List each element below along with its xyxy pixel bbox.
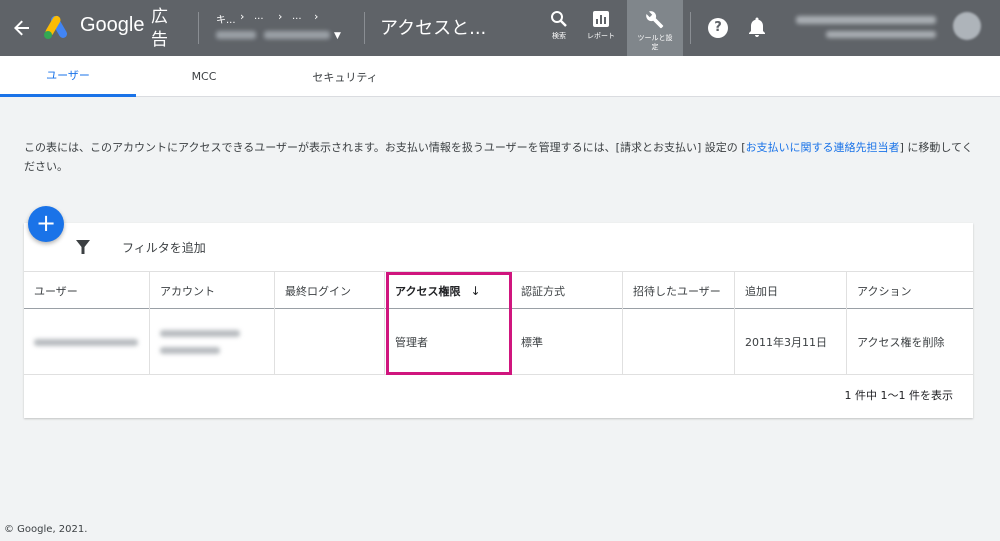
search-icon <box>551 11 567 27</box>
column-header-date-added[interactable]: 追加日 <box>735 272 847 309</box>
column-header-last-login[interactable]: 最終ログイン <box>275 272 385 309</box>
breadcrumb-item[interactable]: キ... <box>216 11 236 26</box>
tab-users[interactable]: ユーザー <box>0 56 136 97</box>
breadcrumb-item[interactable]: ... <box>292 11 302 22</box>
wrench-icon <box>646 11 664 29</box>
filter-icon <box>76 240 90 254</box>
account-breadcrumb[interactable]: キ... › ... › ... › ▼ <box>216 9 346 47</box>
tab-bar: ユーザー MCC セキュリティ <box>0 56 1000 97</box>
tools-and-settings-label: ツールと設定 <box>637 34 673 51</box>
back-arrow-icon[interactable] <box>10 14 34 42</box>
cell-invited-by <box>623 309 735 375</box>
chevron-right-icon: › <box>278 10 283 23</box>
table-row: 管理者 標準 2011年3月11日 アクセス権を削除 <box>24 309 973 375</box>
report-icon <box>593 11 609 27</box>
cell-date-added: 2011年3月11日 <box>735 309 847 375</box>
column-header-account[interactable]: アカウント <box>150 272 275 309</box>
info-description: この表には、このアカウントにアクセスできるユーザーが表示されます。お支払い情報を… <box>24 138 974 176</box>
tab-security[interactable]: セキュリティ <box>272 56 418 97</box>
cell-account-redacted <box>150 309 275 375</box>
copyright-footer: © Google, 2021. <box>4 524 88 535</box>
account-id-redacted <box>216 31 256 39</box>
header-divider <box>364 12 365 44</box>
column-header-invited-by[interactable]: 招待したユーザー <box>623 272 735 309</box>
info-text-before: この表には、このアカウントにアクセスできるユーザーが表示されます。お支払い情報を… <box>24 141 746 154</box>
column-header-user[interactable]: ユーザー <box>24 272 150 309</box>
column-header-auth-method[interactable]: 認証方式 <box>511 272 623 309</box>
cell-user-redacted <box>24 309 150 375</box>
help-icon[interactable]: ? <box>708 18 728 38</box>
top-app-bar: Google 広告 キ... › ... › ... › ▼ アクセスと... … <box>0 0 1000 56</box>
breadcrumb-item[interactable]: ... <box>254 11 264 22</box>
reports-tool-button[interactable]: レポート <box>576 0 626 56</box>
filter-bar[interactable]: フィルタを追加 <box>24 223 973 272</box>
cell-last-login <box>275 309 385 375</box>
google-ads-logo-icon <box>42 13 70 41</box>
remove-access-link[interactable]: アクセス権を削除 <box>847 309 973 375</box>
search-tool-label: 検索 <box>552 32 566 40</box>
chevron-right-icon: › <box>240 10 245 23</box>
avatar[interactable] <box>953 12 981 40</box>
add-filter-label: フィルタを追加 <box>122 241 206 255</box>
cell-auth-method: 標準 <box>511 309 623 375</box>
pagination-summary: 1 件中 1〜1 件を表示 <box>844 389 954 402</box>
tools-and-settings-button[interactable]: ツールと設定 <box>627 0 683 56</box>
account-info-redacted[interactable] <box>790 14 940 42</box>
page-title: アクセスと... <box>380 18 487 39</box>
header-divider <box>198 12 199 44</box>
add-user-button[interactable]: + <box>28 206 64 242</box>
dropdown-arrow-icon[interactable]: ▼ <box>334 31 341 41</box>
product-suffix: 広告 <box>151 7 168 50</box>
header-divider <box>690 12 691 44</box>
billing-contacts-link[interactable]: お支払いに関する連絡先担当者 <box>746 141 900 154</box>
notifications-bell-icon[interactable] <box>748 16 766 38</box>
column-header-access-level[interactable]: アクセス権限 ↓ <box>385 272 511 309</box>
cell-access-level[interactable]: 管理者 <box>385 309 511 375</box>
product-name: Google <box>80 14 145 36</box>
account-name-redacted <box>264 31 330 39</box>
users-table-card: フィルタを追加 ユーザー アカウント 最終ログイン アクセス権限 ↓ 認証方式 招… <box>24 223 973 418</box>
table-header: ユーザー アカウント 最終ログイン アクセス権限 ↓ 認証方式 招待したユーザー … <box>24 272 973 309</box>
sort-arrow-down-icon: ↓ <box>470 283 481 298</box>
tab-mcc[interactable]: MCC <box>136 56 272 97</box>
chevron-right-icon: › <box>314 10 319 23</box>
column-header-actions: アクション <box>857 284 912 298</box>
reports-tool-label: レポート <box>587 32 615 40</box>
